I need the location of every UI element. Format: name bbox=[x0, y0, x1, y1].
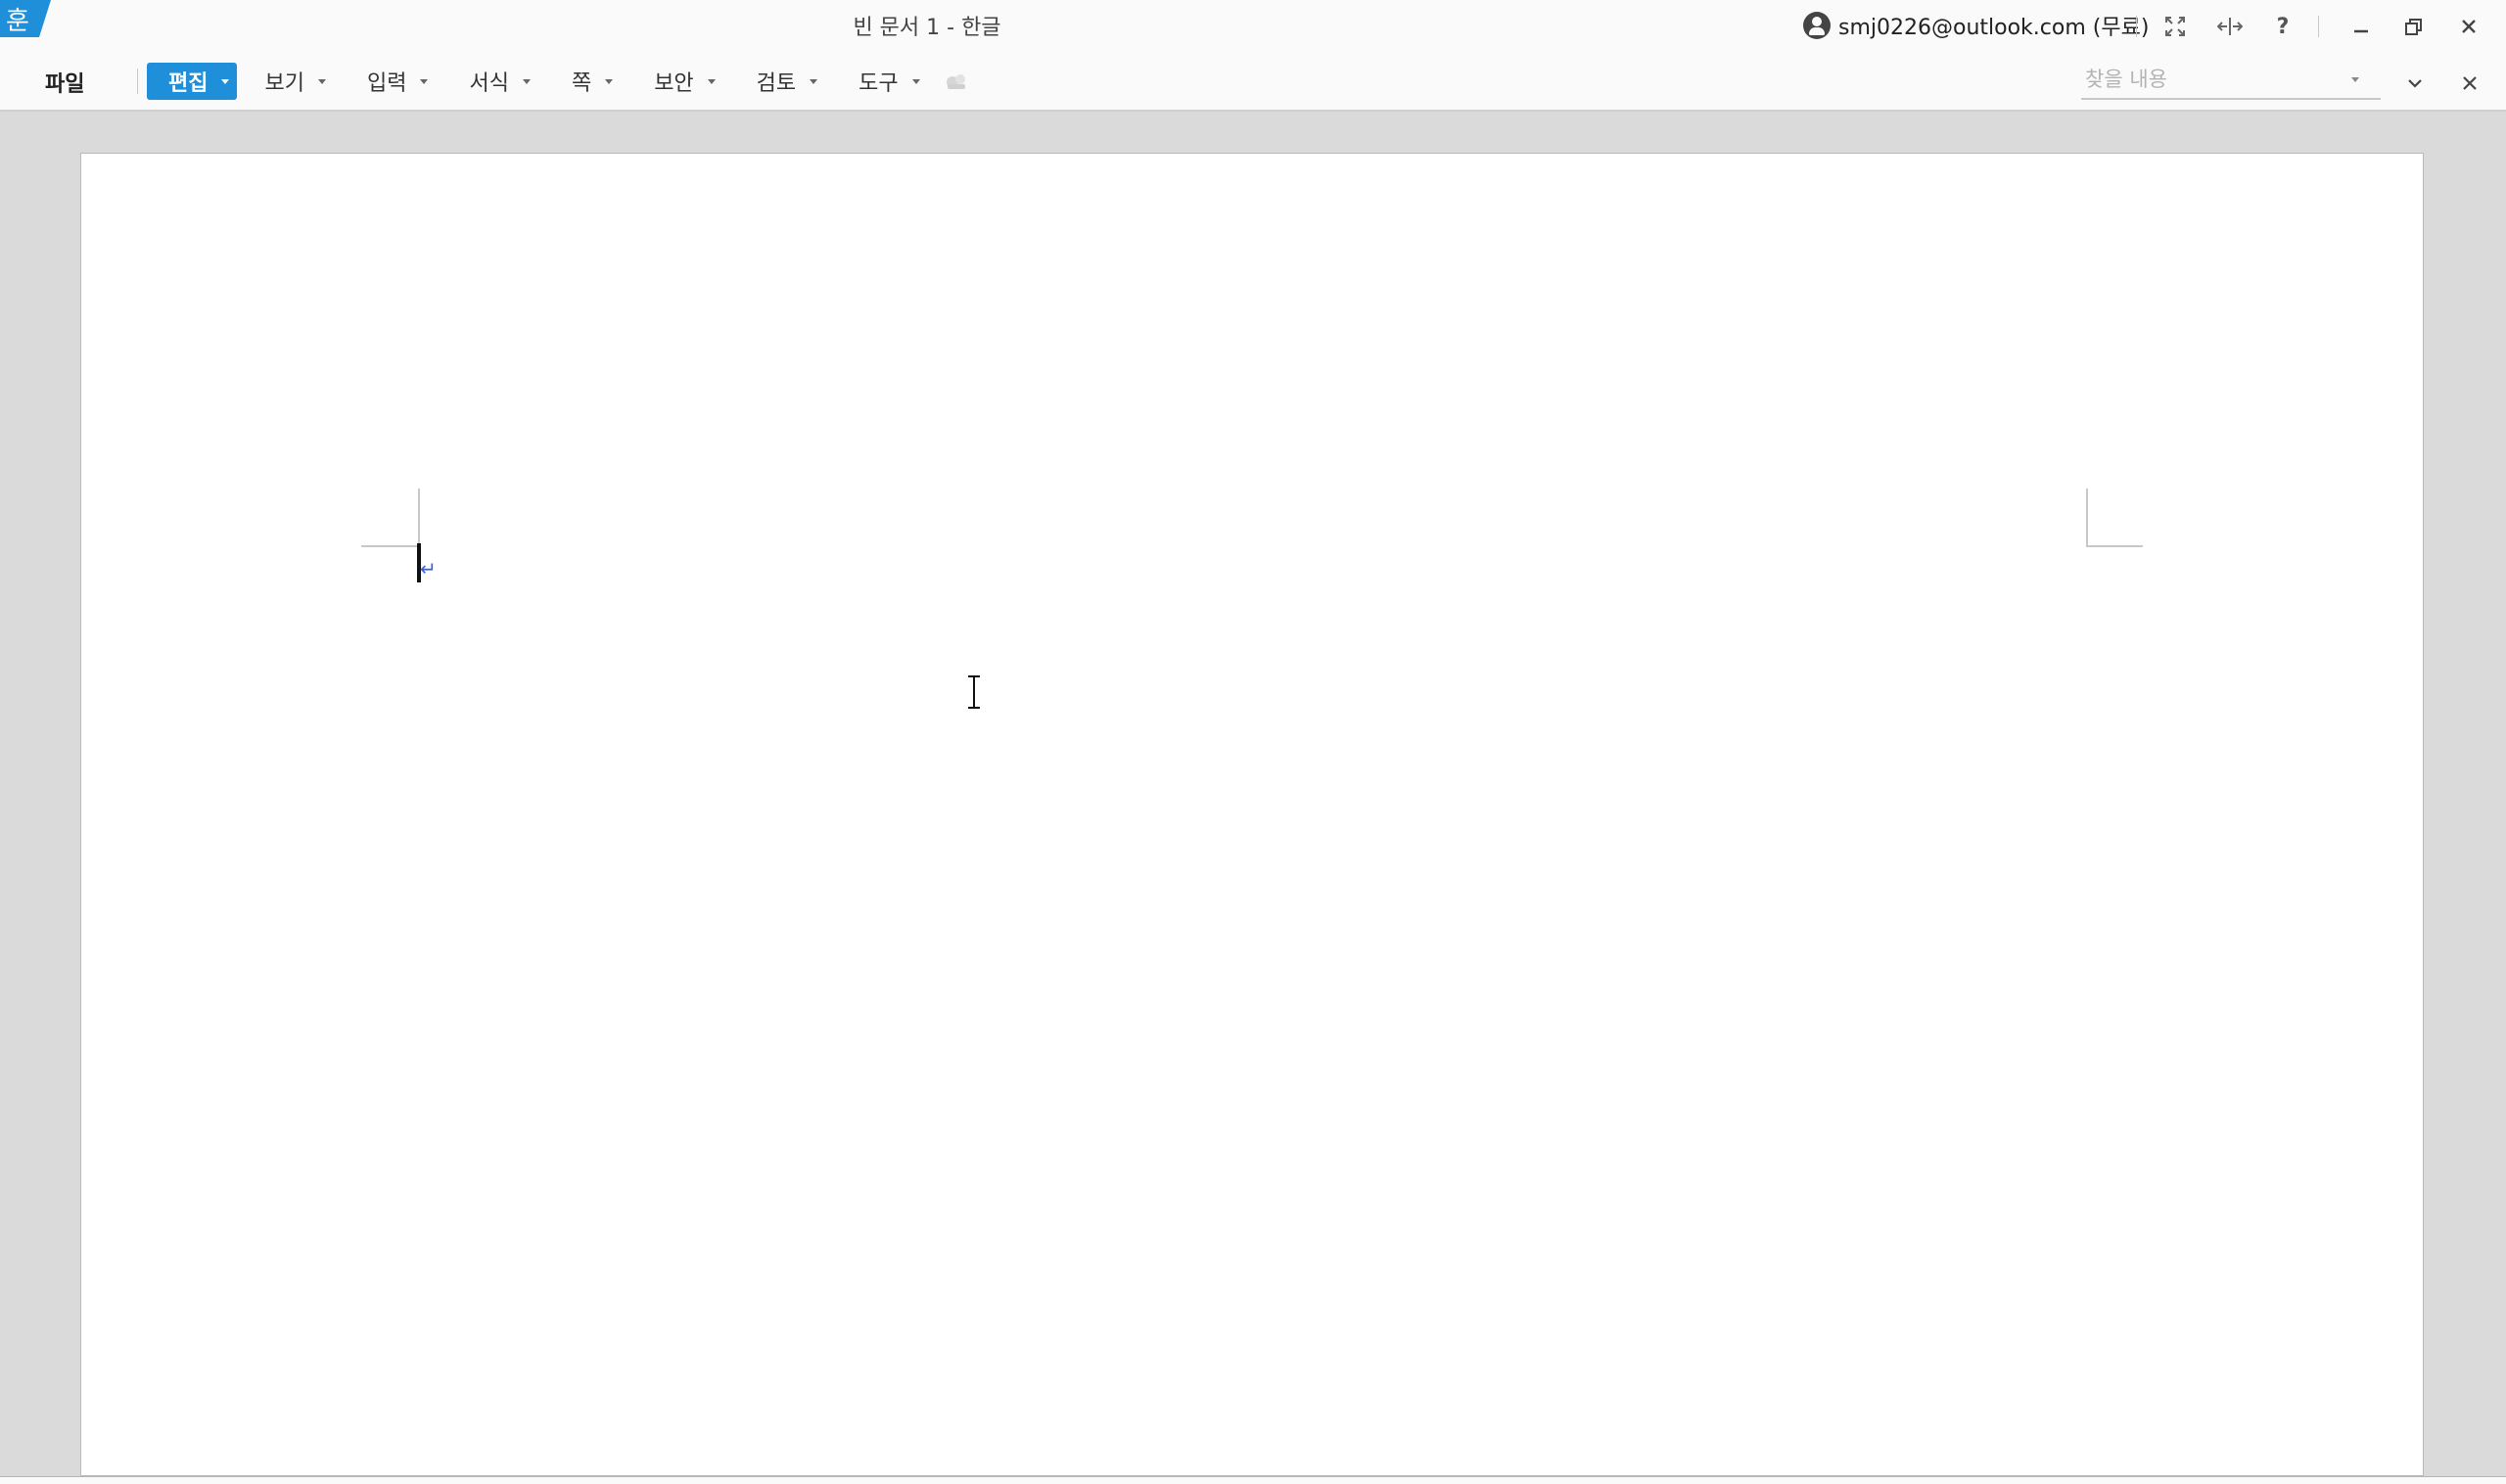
paragraph-mark: ↵ bbox=[420, 557, 437, 580]
margin-corner-mark bbox=[361, 545, 418, 547]
menu-edit[interactable]: 편집 bbox=[147, 63, 238, 100]
menu-view[interactable]: 보기 bbox=[241, 63, 339, 100]
window-title: 빈 문서 1 - 한글 bbox=[853, 16, 1001, 40]
menu-format[interactable]: 서식 bbox=[445, 63, 543, 100]
fullscreen-button[interactable] bbox=[2156, 8, 2195, 45]
menu-format-label: 서식 bbox=[469, 71, 509, 96]
close-window-button[interactable] bbox=[2449, 8, 2488, 45]
toolbox-button[interactable] bbox=[940, 63, 973, 100]
separator bbox=[137, 69, 138, 94]
title-bar: 훈 빈 문서 1 - 한글 smj0226@outlook.com (무료) ? bbox=[0, 0, 2506, 53]
minimize-icon bbox=[2354, 29, 2368, 33]
find-input[interactable] bbox=[2081, 62, 2345, 97]
menu-tools-label: 도구 bbox=[859, 71, 899, 96]
minimize-button[interactable] bbox=[2342, 8, 2381, 45]
restore-button[interactable] bbox=[2394, 8, 2434, 45]
caret-down-icon bbox=[522, 78, 531, 84]
menu-insert[interactable]: 입력 bbox=[344, 63, 441, 100]
menu-insert-label: 입력 bbox=[366, 71, 407, 96]
menu-page-label: 쪽 bbox=[571, 71, 592, 96]
user-circle-icon bbox=[1803, 12, 1831, 39]
toolbox-icon bbox=[946, 74, 965, 89]
separator bbox=[2318, 16, 2319, 37]
menu-review-label: 검토 bbox=[756, 71, 797, 96]
menu-edit-label: 편집 bbox=[168, 71, 209, 96]
menu-file[interactable]: 파일 bbox=[29, 67, 100, 98]
menu-review[interactable]: 검토 bbox=[733, 63, 831, 100]
menu-security-label: 보안 bbox=[654, 71, 694, 96]
ribbon-collapse-button[interactable] bbox=[2396, 65, 2434, 102]
menu-page[interactable]: 쪽 bbox=[548, 63, 626, 100]
margin-corner-mark bbox=[418, 488, 420, 545]
ibeam-cursor-icon bbox=[968, 675, 980, 709]
ribbon-close-button[interactable] bbox=[2451, 65, 2488, 102]
menu-security[interactable]: 보안 bbox=[630, 63, 728, 100]
caret-down-icon bbox=[707, 78, 716, 84]
caret-down-icon bbox=[605, 78, 614, 84]
close-icon bbox=[2462, 20, 2476, 33]
document-page[interactable]: ↵ bbox=[80, 153, 2424, 1476]
chevron-down-icon[interactable] bbox=[2351, 76, 2359, 82]
caret-down-icon bbox=[221, 78, 230, 84]
fullscreen-icon bbox=[2165, 17, 2185, 36]
caret-down-icon bbox=[420, 78, 429, 84]
account-button[interactable]: smj0226@outlook.com (무료) bbox=[1803, 8, 2149, 43]
close-icon bbox=[2463, 76, 2477, 90]
document-workspace[interactable]: ↵ bbox=[0, 114, 2506, 1476]
find-field bbox=[2081, 61, 2381, 100]
separator bbox=[2136, 16, 2137, 37]
fit-width-icon bbox=[2217, 18, 2243, 35]
menu-items: 편집 보기 입력 서식 쪽 보안 검토 도구 bbox=[147, 63, 973, 100]
menu-view-label: 보기 bbox=[264, 71, 304, 96]
restore-icon bbox=[2405, 19, 2422, 35]
account-label: smj0226@outlook.com (무료) bbox=[1838, 16, 2150, 40]
caret-down-icon bbox=[317, 78, 326, 84]
help-icon[interactable]: ? bbox=[2263, 8, 2302, 45]
fit-width-button[interactable] bbox=[2210, 8, 2250, 45]
menu-tools[interactable]: 도구 bbox=[835, 63, 933, 100]
margin-corner-mark bbox=[2086, 488, 2088, 545]
caret-down-icon bbox=[810, 78, 818, 84]
status-bar bbox=[0, 1476, 2506, 1484]
chevron-down-icon bbox=[2408, 79, 2422, 88]
margin-corner-mark bbox=[2086, 545, 2143, 547]
menu-bar: 파일 편집 보기 입력 서식 쪽 보안 검토 도구 찾을 내용 bbox=[0, 53, 2506, 112]
caret-down-icon bbox=[911, 78, 920, 84]
